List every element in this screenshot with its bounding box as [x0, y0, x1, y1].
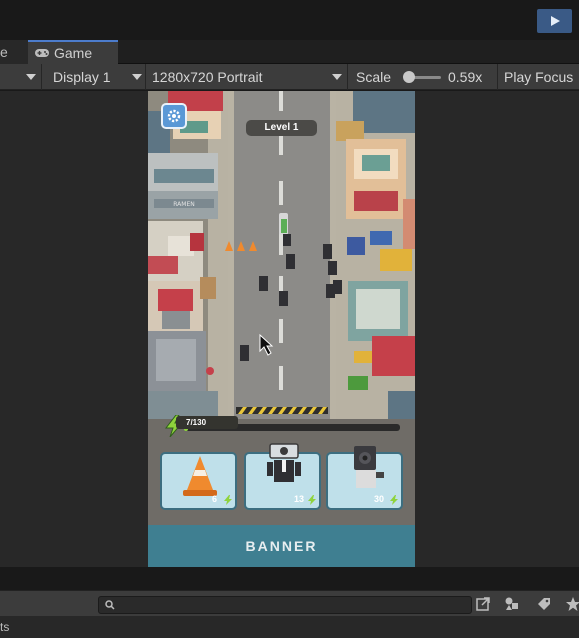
lightning-icon	[390, 495, 398, 505]
game-view-toolbar: Display 1 1280x720 Portrait Scale 0.59x …	[0, 64, 579, 90]
speakerman-icon	[354, 446, 384, 488]
card-cost: 13	[294, 494, 305, 504]
energy-counter: 7/130	[176, 416, 238, 429]
yellow-taxi	[380, 249, 412, 271]
resolution-label: 1280x720 Portrait	[152, 69, 263, 85]
label-filter-button[interactable]	[534, 594, 554, 614]
editor-divider	[0, 567, 579, 590]
play-button[interactable]	[537, 9, 572, 33]
game-view-dropdown[interactable]	[0, 64, 42, 90]
scale-value: 0.59x	[448, 69, 483, 85]
settings-button[interactable]	[161, 103, 187, 129]
search-input[interactable]	[98, 596, 472, 614]
traffic-cone-icon	[183, 456, 217, 496]
card-traffic-cone[interactable]: 6	[160, 452, 237, 510]
tab-bar: e Game	[0, 40, 579, 64]
display-dropdown[interactable]: Display 1	[42, 64, 146, 90]
chevron-down-icon	[26, 74, 36, 80]
card-cost: 6	[212, 494, 218, 504]
card-cost: 30	[374, 494, 385, 504]
chevron-down-icon	[132, 74, 142, 80]
display-label: Display 1	[53, 69, 111, 85]
lightning-icon	[224, 495, 232, 505]
red-awning-shop	[372, 336, 415, 376]
star-icon	[566, 597, 579, 611]
card-speakerman[interactable]: 30	[326, 446, 403, 510]
play-icon	[550, 16, 560, 26]
tab-game-label: Game	[54, 45, 93, 61]
open-window-button[interactable]	[473, 594, 493, 614]
tab-previous[interactable]: e	[0, 40, 28, 64]
cameraman-icon	[267, 443, 301, 482]
resolution-dropdown[interactable]: 1280x720 Portrait	[146, 64, 348, 90]
shop-sign: RAMEN	[173, 201, 195, 208]
gamepad-icon	[35, 49, 49, 57]
blue-mailbox	[347, 237, 365, 255]
red-roof-house	[158, 289, 193, 311]
play-focus-dropdown[interactable]: Play Focus	[498, 64, 579, 90]
gear-icon	[167, 109, 181, 123]
tab-previous-label: e	[0, 44, 8, 60]
shapes-icon	[505, 597, 518, 610]
scale-label: Scale	[356, 69, 392, 85]
shapes-filter-button[interactable]	[502, 594, 522, 614]
tag-icon	[538, 598, 550, 610]
play-focus-label: Play Focus	[504, 69, 574, 85]
lightning-icon	[308, 495, 316, 505]
hazard-stripe	[236, 407, 328, 414]
card-cameraman[interactable]: 13	[244, 443, 321, 510]
game-screen[interactable]: RAMEN Level 1 7/130 6 13 30 BANNER	[148, 91, 415, 567]
external-window-icon	[476, 597, 490, 611]
editor-top-bar	[0, 0, 579, 40]
chevron-down-icon	[332, 74, 342, 80]
tab-game[interactable]: Game	[28, 40, 118, 64]
search-icon	[105, 600, 115, 610]
level-badge: Level 1	[246, 120, 317, 136]
banner-ad[interactable]: BANNER	[148, 525, 415, 567]
scale-slider-handle[interactable]	[403, 71, 415, 83]
footer-bar: ts	[0, 616, 579, 638]
blue-car	[370, 231, 392, 245]
footer-partial-text: ts	[0, 620, 10, 634]
favorite-button[interactable]	[563, 594, 579, 614]
